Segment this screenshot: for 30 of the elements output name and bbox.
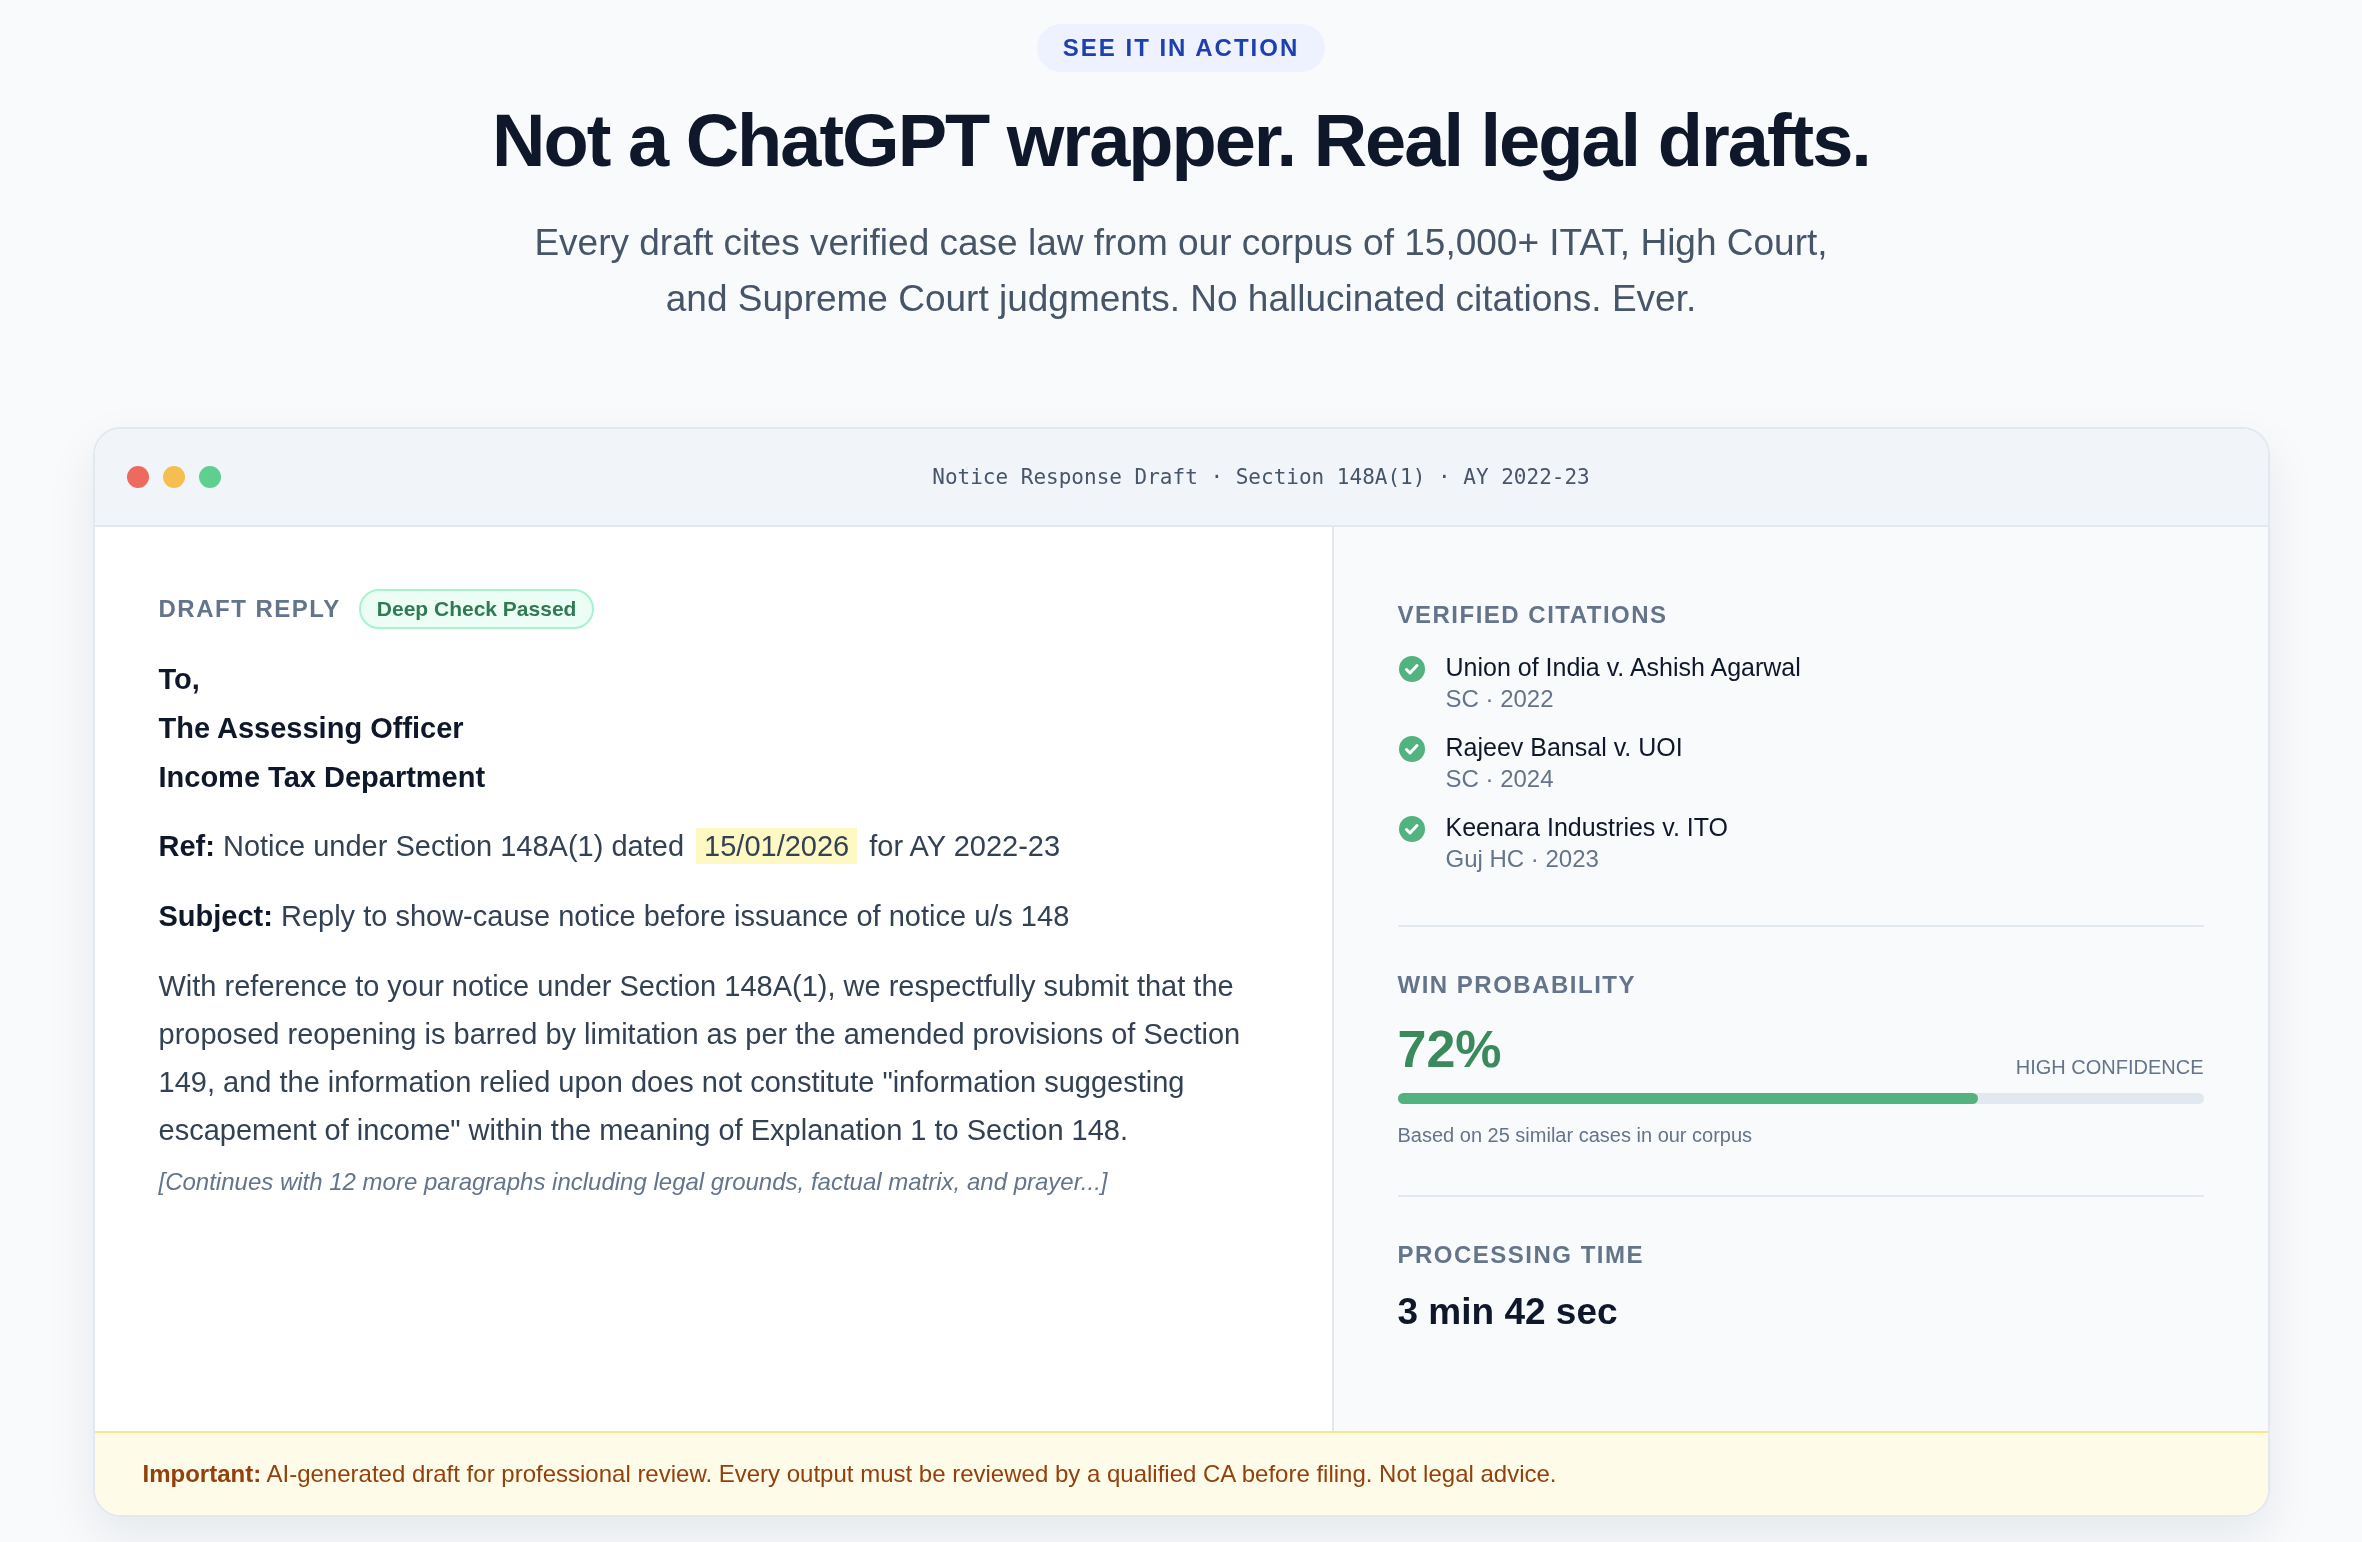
maximize-dot-icon <box>198 466 221 488</box>
citation-meta: SC · 2022 <box>1445 684 1555 714</box>
address-line: The Assessing Officer <box>158 711 465 746</box>
address-line: Income Tax Department <box>158 760 487 795</box>
citation-name: Keenara Industries v. ITO <box>1445 812 1729 843</box>
continuation-note: [Continues with 12 more paragraphs including legal grounds, factual matrix, and prayer...] <box>158 1168 1109 1196</box>
disclaimer-text: Important: AI-generated draft for professional review. Every output must be reviewed by a qualified CA before filing. Not legal advice. <box>142 1460 1557 1488</box>
citation-meta: SC · 2024 <box>1445 764 1555 794</box>
body-paragraph: With reference to your notice under Section 148A(1), we respectfully submit that the proposed reopening is barred by limitation as per the amended provisions of Section 149, and the information relied upon does not constitute "information suggesting escapement of income" within the meaning of Explanation 1 to Section 148. <box>158 969 1242 1148</box>
close-dot-icon <box>126 466 149 488</box>
citation-name: Rajeev Bansal v. UOI <box>1445 732 1683 763</box>
section-eyebrow: SEE IT IN ACTION <box>1036 24 1326 72</box>
citation-name: Union of India v. Ashish Agarwal <box>1445 652 1801 683</box>
headline: Not a ChatGPT wrapper. Real legal drafts. <box>492 98 1870 183</box>
status-badge: Deep Check Passed <box>358 589 595 629</box>
minimize-dot-icon <box>162 466 185 488</box>
section-title: VERIFIED CITATIONS <box>1397 601 1669 629</box>
subtitle: Every draft cites verified case law from our corpus of 15,000+ ITAT, High Court, and Supreme Court judgments. No hallucinated citations. Ever. <box>533 221 1829 321</box>
section-title: PROCESSING TIME <box>1397 1241 1646 1269</box>
probability-value: 72% <box>1397 1019 1502 1079</box>
confidence-label: HIGH CONFIDENCE <box>2015 1056 2204 1079</box>
draft-label: DRAFT REPLY <box>158 595 341 623</box>
window-title: Notice Response Draft · Section 148A(1) · AY 2022-23 <box>932 464 1590 491</box>
processing-time: 3 min 42 sec <box>1397 1291 1619 1333</box>
reference-line: Ref: Notice under Section 148A(1) dated 15/01/2026 for AY 2022-23 <box>158 827 1062 866</box>
subject-line: Subject: Reply to show-cause notice before issuance of notice u/s 148 <box>158 899 1071 934</box>
probability-note: Based on 25 similar cases in our corpus <box>1397 1124 1754 1147</box>
section-title: WIN PROBABILITY <box>1397 971 1637 999</box>
citation-meta: Guj HC · 2023 <box>1445 844 1600 874</box>
address-line: To, <box>158 662 201 697</box>
